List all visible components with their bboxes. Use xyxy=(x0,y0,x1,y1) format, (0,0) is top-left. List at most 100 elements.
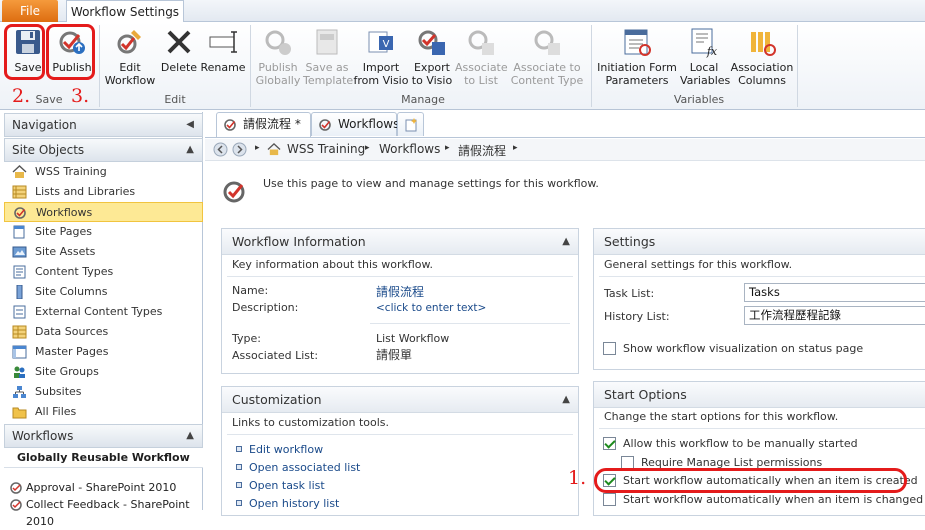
sidebar-item-all-files[interactable]: All Files xyxy=(4,402,203,422)
save-as-template-icon xyxy=(316,29,338,55)
navigation-header[interactable]: Navigation ◀ xyxy=(4,113,203,137)
associate-to-list-button[interactable]: Associate to List xyxy=(455,26,508,87)
sidebar-item-data-sources[interactable]: Data Sources xyxy=(4,322,203,342)
sidebar-item-label: Master Pages xyxy=(35,345,109,358)
task-list-label: Task List: xyxy=(604,287,655,300)
open-task-list-link[interactable]: Open task list xyxy=(249,479,325,492)
workflow-list-item[interactable]: Collect Feedback - SharePoint 2010 xyxy=(4,496,203,528)
tab-workflow-document[interactable]: 請假流程 * xyxy=(216,112,311,137)
sidebar-item-site-assets[interactable]: Site Assets xyxy=(4,242,203,262)
save-as-template-button[interactable]: Save as Template xyxy=(303,26,353,87)
master-page-icon xyxy=(12,345,27,359)
breadcrumb-item-site[interactable]: WSS Training xyxy=(287,142,365,156)
tab-workflows[interactable]: Workflows xyxy=(311,112,399,136)
associate-list-label-1: Associate xyxy=(455,61,508,74)
workflow-item-label: Collect Feedback - SharePoint 2010 xyxy=(26,498,190,528)
divider xyxy=(797,25,798,107)
sidebar-item-label: Site Assets xyxy=(35,245,96,258)
collapse-left-icon[interactable]: ◀ xyxy=(186,114,194,136)
back-icon[interactable] xyxy=(213,142,228,157)
local-variables-icon: fx xyxy=(691,28,718,58)
sidebar-item-label: Workflows xyxy=(36,206,93,219)
panel-header[interactable]: Workflow Information ▲ xyxy=(222,229,578,255)
manual-start-label: Allow this workflow to be manually start… xyxy=(623,437,858,450)
edit-workflow-button[interactable]: Edit Workflow xyxy=(102,26,158,87)
rename-icon xyxy=(209,31,237,53)
divider xyxy=(227,276,573,277)
panel-header[interactable]: Start Options xyxy=(594,382,925,408)
data-source-icon xyxy=(12,325,27,339)
panel-title: Workflow Information xyxy=(232,234,366,249)
chevron-up-icon[interactable]: ▲ xyxy=(186,425,194,447)
edit-workflow-link[interactable]: Edit workflow xyxy=(249,443,323,456)
breadcrumb-dropdown-icon[interactable]: ▸ xyxy=(255,143,260,153)
sidebar-item-site-groups[interactable]: Site Groups xyxy=(4,362,203,382)
history-list-select[interactable]: 工作流程歷程記錄 xyxy=(744,306,925,325)
panel-description: Key information about this workflow. xyxy=(232,258,433,271)
content-type-icon xyxy=(13,265,26,279)
new-tab-button[interactable] xyxy=(397,112,424,136)
sidebar-item-subsites[interactable]: Subsites xyxy=(4,382,203,402)
breadcrumb-item-current[interactable]: 請假流程 xyxy=(458,142,506,159)
sidebar-item-content-types[interactable]: Content Types xyxy=(4,262,203,282)
manual-start-checkbox[interactable] xyxy=(603,437,616,450)
association-columns-button[interactable]: Association Columns xyxy=(729,26,795,87)
home-icon xyxy=(267,143,281,156)
site-objects-header[interactable]: Site Objects ▲ xyxy=(4,138,203,162)
file-tab[interactable]: File xyxy=(2,0,58,22)
bullet-icon xyxy=(236,464,242,470)
column-icon xyxy=(16,285,23,299)
sidebar-item-lists-and-libraries[interactable]: Lists and Libraries xyxy=(4,182,203,202)
save-as-template-label-1: Save as xyxy=(305,61,349,74)
panel-header[interactable]: Customization ▲ xyxy=(222,387,578,413)
sidebar-item-workflows[interactable]: Workflows xyxy=(4,202,203,222)
workflow-name-link[interactable]: 請假流程 xyxy=(376,283,424,300)
name-label: Name: xyxy=(232,284,269,297)
sidebar-item-label: Data Sources xyxy=(35,325,109,338)
group-label-variables: Variables xyxy=(673,93,725,106)
edit-workflow-label-2: Workflow xyxy=(104,74,156,87)
publish-globally-button[interactable]: Publish Globally xyxy=(254,26,302,87)
start-on-change-checkbox[interactable] xyxy=(603,493,616,506)
sidebar-item-master-pages[interactable]: Master Pages xyxy=(4,342,203,362)
new-tab-icon xyxy=(405,118,417,132)
ribbon: Save Publish Save Edit Workflow Delete R… xyxy=(0,22,925,110)
show-visualization-checkbox[interactable] xyxy=(603,342,616,355)
home-icon xyxy=(12,165,27,178)
sidebar-item-site-pages[interactable]: Site Pages xyxy=(4,222,203,242)
delete-icon xyxy=(167,30,191,54)
breadcrumb: ▸ WSS Training ▸ Workflows ▸ 請假流程 ▸ xyxy=(205,139,925,161)
associate-to-content-type-button[interactable]: Associate to Content Type xyxy=(507,26,587,87)
subsite-icon xyxy=(13,386,26,398)
divider xyxy=(227,434,573,435)
rename-button[interactable]: Rename xyxy=(200,26,246,74)
associated-list-label: Associated List: xyxy=(232,349,319,362)
type-label: Type: xyxy=(232,332,261,345)
export-to-visio-button[interactable]: Export to Visio xyxy=(409,26,455,87)
panel-header[interactable]: Settings xyxy=(594,229,925,255)
workflows-header[interactable]: Workflows ▲ xyxy=(4,424,203,448)
sidebar-item-external-content-types[interactable]: External Content Types xyxy=(4,302,203,322)
workflow-icon xyxy=(224,119,236,131)
chevron-up-icon[interactable]: ▲ xyxy=(562,387,570,412)
breadcrumb-item-workflows[interactable]: Workflows xyxy=(379,142,440,156)
history-list-label: History List: xyxy=(604,310,670,323)
svg-text:V: V xyxy=(383,39,390,50)
delete-button[interactable]: Delete xyxy=(160,26,198,74)
annotation-highlight-publish xyxy=(46,24,95,80)
task-list-select[interactable]: Tasks xyxy=(744,283,925,302)
workflow-list-item[interactable]: Approval - SharePoint 2010 xyxy=(4,479,203,496)
associated-list-value: 請假單 xyxy=(376,348,413,362)
local-variables-button[interactable]: fx Local Variables xyxy=(680,26,730,87)
chevron-up-icon[interactable]: ▲ xyxy=(186,139,194,161)
sidebar-item-site-columns[interactable]: Site Columns xyxy=(4,282,203,302)
open-associated-list-link[interactable]: Open associated list xyxy=(249,461,360,474)
description-edit-link[interactable]: <click to enter text> xyxy=(376,302,486,314)
import-from-visio-button[interactable]: V Import from Visio xyxy=(353,26,409,87)
chevron-up-icon[interactable]: ▲ xyxy=(562,229,570,254)
initiation-form-parameters-button[interactable]: Initiation Form Parameters xyxy=(595,26,679,87)
tab-workflow-settings[interactable]: Workflow Settings xyxy=(66,0,184,23)
sidebar-item-wss-training[interactable]: WSS Training xyxy=(4,162,203,182)
forward-icon[interactable] xyxy=(232,142,247,157)
open-history-list-link[interactable]: Open history list xyxy=(249,497,339,510)
